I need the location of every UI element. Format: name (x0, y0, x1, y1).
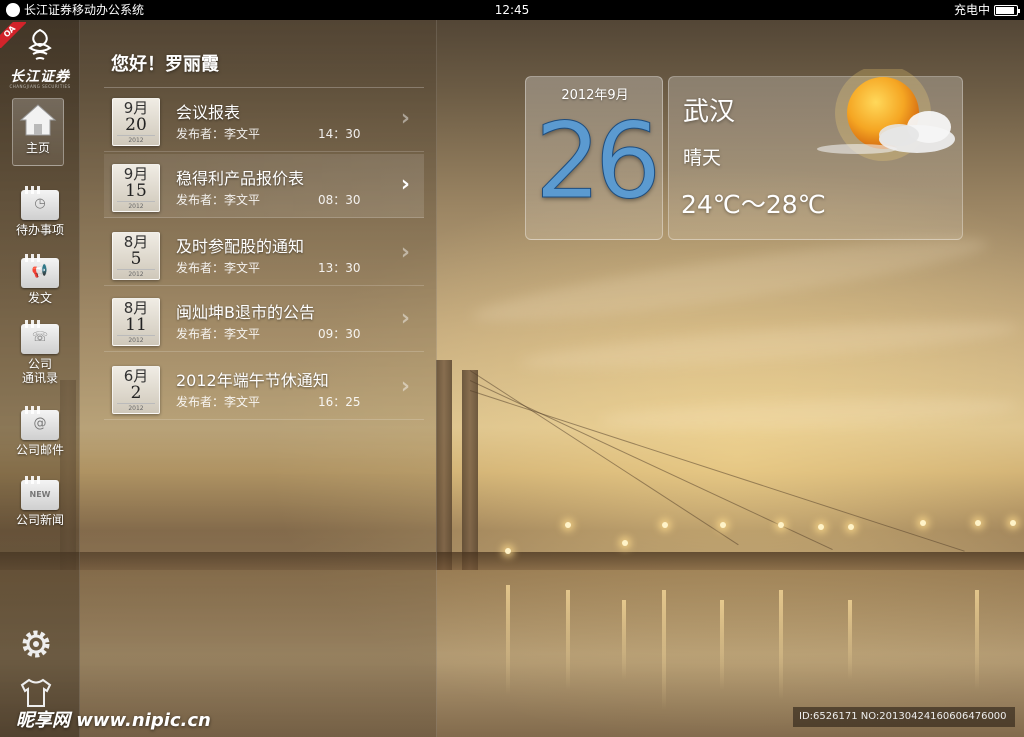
nav-contacts-label-2: 通讯录 (21, 371, 58, 385)
phone-icon: ☏ (21, 320, 59, 354)
tshirt-icon[interactable] (18, 674, 54, 710)
charging-status: 充电中 (953, 3, 990, 17)
nav-contacts-label-1: 公司 (27, 357, 52, 371)
brand-logo-icon (28, 28, 52, 60)
status-bar: 长江证券移动办公系统 12:45 充电中 (0, 0, 1024, 20)
notice-title: 闽灿坤B退市的公告 (176, 303, 315, 322)
weather-condition: 晴天 (683, 147, 722, 169)
brand-sub: CHANGJIANG SECURITIES (9, 84, 71, 89)
notice-item[interactable]: 6月 2 2012 2012年端午节休通知 发布者：李文平 16：25 › (104, 356, 424, 420)
clock: 12:45 (494, 3, 530, 17)
date-badge: 9月 20 2012 (112, 98, 160, 146)
chevron-right-icon: › (400, 306, 410, 331)
clock-icon: ◷ (21, 186, 59, 220)
date-badge: 6月 2 2012 (112, 366, 160, 414)
nav-dispatch-label: 发文 (27, 291, 52, 305)
nav-news[interactable]: NEW 公司新闻 (0, 476, 80, 527)
battery-icon (994, 4, 1020, 16)
nav-mail-label: 公司邮件 (15, 443, 64, 457)
notice-item[interactable]: 8月 5 2012 及时参配股的通知 发布者：李文平 13：30 › (104, 222, 424, 286)
image-id-bar: ID:6526171 NO:20130424160606476000 (793, 707, 1015, 727)
nav-dispatch[interactable]: 📢 发文 (0, 254, 80, 305)
weather-city: 武汉 (683, 97, 736, 127)
oa-ribbon: OA (0, 22, 26, 48)
greeting: 您好！罗丽霞 (111, 54, 219, 75)
chevron-right-icon: › (400, 106, 410, 131)
notice-author: 发布者：李文平 (176, 261, 261, 275)
sidebar: OA 长江证券 CHANGJIANG SECURITIES 主页 ◷ 待办事项 … (0, 20, 80, 737)
nav-mail[interactable]: @ 公司邮件 (0, 406, 80, 457)
nav-news-label: 公司新闻 (15, 513, 64, 527)
notice-title: 会议报表 (176, 103, 241, 122)
notice-item[interactable]: 9月 20 2012 会议报表 发布者：李文平 14：30 › (104, 88, 424, 152)
sun-cloud-icon (817, 69, 955, 161)
notice-time: 13：30 (318, 261, 361, 275)
notice-title: 稳得利产品报价表 (176, 169, 305, 188)
notice-author: 发布者：李文平 (176, 395, 261, 409)
notice-item[interactable]: 8月 11 2012 闽灿坤B退市的公告 发布者：李文平 09：30 › (104, 288, 424, 352)
at-sign-icon: @ (21, 406, 59, 440)
notice-title: 及时参配股的通知 (176, 237, 305, 256)
notice-author: 发布者：李文平 (176, 327, 261, 341)
date-badge: 9月 15 2012 (112, 164, 160, 212)
new-badge-icon: NEW (21, 476, 59, 510)
notice-author: 发布者：李文平 (176, 127, 261, 141)
home-icon (19, 104, 57, 136)
notice-time: 14：30 (318, 127, 361, 141)
nav-home-label: 主页 (25, 141, 50, 155)
notice-author: 发布者：李文平 (176, 193, 261, 207)
notice-time: 08：30 (318, 193, 361, 207)
weather-widget[interactable]: 武汉 晴天 24℃～28℃ (668, 69, 963, 240)
calendar-widget[interactable]: 2012年9月 26 (525, 76, 663, 240)
chevron-right-icon: › (400, 374, 410, 399)
gear-icon[interactable] (18, 626, 54, 662)
watermark: 昵享网 www.nipic.cn (16, 710, 211, 731)
calendar-day: 26 (534, 100, 661, 222)
nav-todo[interactable]: ◷ 待办事项 (0, 186, 80, 237)
notice-title: 2012年端午节休通知 (176, 371, 329, 390)
brand-name: 长江证券 (10, 69, 70, 85)
notice-time: 09：30 (318, 327, 361, 341)
date-badge: 8月 11 2012 (112, 298, 160, 346)
notice-time: 16：25 (318, 395, 361, 409)
chevron-right-icon: › (400, 172, 410, 197)
brand: OA 长江证券 CHANGJIANG SECURITIES (0, 22, 80, 92)
chevron-right-icon: › (400, 240, 410, 265)
nav-home[interactable]: 主页 (12, 98, 64, 166)
weather-temperature: 24℃～28℃ (681, 190, 826, 219)
megaphone-icon: 📢 (21, 254, 59, 288)
nav-contacts[interactable]: ☏ 公司 通讯录 (0, 320, 80, 385)
notice-panel: 您好！罗丽霞 9月 20 2012 会议报表 发布者：李文平 14：30 › 9… (80, 20, 437, 737)
nav-todo-label: 待办事项 (15, 223, 64, 237)
date-badge: 8月 5 2012 (112, 232, 160, 280)
notice-item[interactable]: 9月 15 2012 稳得利产品报价表 发布者：李文平 08：30 › (104, 154, 424, 218)
